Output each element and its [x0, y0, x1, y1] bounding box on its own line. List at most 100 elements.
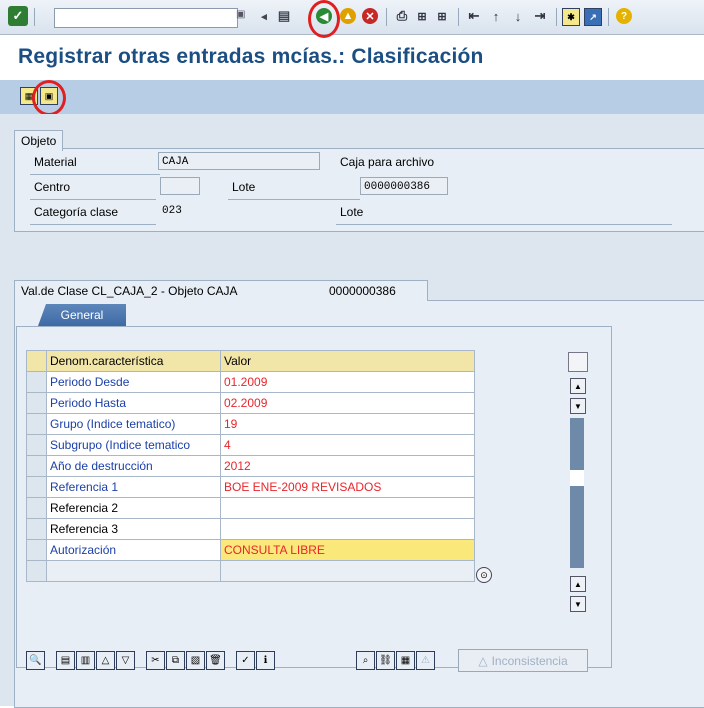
characteristic-name [46, 560, 221, 582]
table-row: Periodo Hasta 02.2009 [26, 392, 475, 414]
lote-field[interactable]: 0000000386 [360, 177, 448, 195]
row-selector[interactable] [26, 413, 47, 435]
tab-general[interactable]: General [38, 304, 126, 326]
table-icon[interactable]: ▦ [396, 651, 415, 670]
material-field[interactable]: CAJA [158, 152, 320, 170]
select-all-cell[interactable] [26, 350, 47, 372]
characteristic-name: Referencia 2 [46, 497, 221, 519]
lote-label: Lote [232, 180, 256, 194]
exit-icon[interactable]: ▲ [340, 8, 356, 24]
characteristic-value[interactable]: CONSULTA LIBRE [220, 539, 475, 561]
characteristic-value[interactable]: 02.2009 [220, 392, 475, 414]
underline [336, 224, 672, 225]
page-title: Registrar otras entradas mcías.: Clasifi… [18, 45, 484, 68]
characteristic-name: Periodo Hasta [46, 392, 221, 414]
characteristic-name: Periodo Desde [46, 371, 221, 393]
system-toolbar: ✓ ▣ ◂ ▤ ◀ ▲ ✕ ⎙ ⊞ ⊞ ⇤ ↑ ↓ ⇥ ✱ ↗ ? [0, 0, 704, 38]
check-values-icon[interactable]: ✓ [236, 651, 255, 670]
row-selector[interactable] [26, 539, 47, 561]
warning-icon[interactable]: ⚠ [416, 651, 435, 670]
characteristic-value[interactable]: BOE ENE-2009 REVISADOS [220, 476, 475, 498]
first-page-icon[interactable]: ⇤ [464, 6, 484, 26]
next-page-icon[interactable]: ↓ [508, 6, 528, 26]
collapse-left-icon[interactable]: ◂ [254, 6, 274, 26]
select-all-icon[interactable]: ▤ [56, 651, 75, 670]
filter-icon[interactable]: ▽ [116, 651, 135, 670]
row-selector[interactable] [26, 518, 47, 540]
highlight-circle [32, 80, 66, 116]
characteristic-value[interactable]: 01.2009 [220, 371, 475, 393]
shortcut-icon[interactable]: ↗ [584, 8, 602, 26]
new-session-icon[interactable]: ✱ [562, 8, 580, 26]
copy-icon[interactable]: ⧉ [166, 651, 185, 670]
toolbar-separator [34, 8, 35, 26]
link-icon[interactable]: ⛓ [376, 651, 395, 670]
info-icon[interactable]: ℹ [256, 651, 275, 670]
toolbar-separator [458, 8, 459, 26]
row-selector[interactable] [26, 371, 47, 393]
table-row [26, 560, 475, 582]
cut-icon[interactable]: ✂ [146, 651, 165, 670]
centro-field[interactable] [160, 177, 200, 195]
scrollbar-track[interactable] [570, 418, 584, 568]
material-description: Caja para archivo [340, 155, 435, 169]
details-icon[interactable]: 🔍 [26, 651, 45, 670]
prev-page-icon[interactable]: ↑ [486, 6, 506, 26]
inconsistency-icon: △ [478, 653, 488, 668]
binoculars-icon[interactable]: ⌕ [356, 651, 375, 670]
scroll-page-up-icon[interactable]: ▲ [570, 576, 586, 592]
underline [30, 199, 156, 200]
characteristic-name: Grupo (Indice tematico) [46, 413, 221, 435]
characteristic-name: Referencia 3 [46, 518, 221, 540]
last-page-icon[interactable]: ⇥ [530, 6, 550, 26]
sort-ascending-icon[interactable]: △ [96, 651, 115, 670]
dropdown-icon[interactable]: ▣ [236, 9, 248, 23]
characteristic-value[interactable]: 4 [220, 434, 475, 456]
inconsistencia-button[interactable]: △ Inconsistencia [458, 649, 588, 672]
scrollbar-thumb[interactable] [570, 470, 584, 486]
column-header-value[interactable]: Valor [220, 350, 475, 372]
find-next-icon[interactable]: ⊞ [432, 6, 452, 26]
categoria-description: Lote [340, 205, 364, 219]
toolbar-separator [556, 8, 557, 26]
characteristic-value[interactable]: 2012 [220, 455, 475, 477]
row-selector[interactable] [26, 392, 47, 414]
row-selector[interactable] [26, 434, 47, 456]
row-selector[interactable] [26, 476, 47, 498]
enter-icon[interactable]: ✓ [8, 6, 28, 26]
table-row: Grupo (Indice tematico) 19 [26, 413, 475, 435]
cancel-icon[interactable]: ✕ [362, 8, 378, 24]
underline [30, 174, 160, 175]
print-icon[interactable]: ⎙ [392, 6, 412, 26]
table-row: Autorización CONSULTA LIBRE [26, 539, 475, 561]
table-row: Periodo Desde 01.2009 [26, 371, 475, 393]
help-icon[interactable]: ? [616, 8, 632, 24]
toolbar-separator [386, 8, 387, 26]
material-label: Material [34, 155, 77, 169]
table-row: Referencia 1 BOE ENE-2009 REVISADOS [26, 476, 475, 498]
column-settings-icon[interactable] [568, 352, 588, 372]
save-icon[interactable]: ▤ [274, 6, 294, 26]
characteristic-name: Autorización [46, 539, 221, 561]
scroll-up-icon[interactable]: ▲ [570, 378, 586, 394]
row-selector[interactable] [26, 560, 47, 582]
characteristic-value[interactable]: 19 [220, 413, 475, 435]
find-icon[interactable]: ⊞ [412, 6, 432, 26]
row-selector[interactable] [26, 455, 47, 477]
characteristic-value[interactable] [220, 497, 475, 519]
row-selector[interactable] [26, 497, 47, 519]
table-row: Año de destrucción 2012 [26, 455, 475, 477]
delete-icon[interactable]: 🗑 [206, 651, 225, 670]
objeto-tab: Objeto [14, 130, 64, 151]
value-help-icon[interactable]: ⊙ [476, 567, 492, 583]
column-header-name[interactable]: Denom.característica [46, 350, 221, 372]
table-row: Referencia 3 [26, 518, 475, 540]
characteristic-value[interactable] [220, 560, 475, 582]
scroll-down-icon[interactable]: ▼ [570, 398, 586, 414]
command-field[interactable] [54, 8, 238, 28]
paste-icon[interactable]: ▧ [186, 651, 205, 670]
scroll-page-down-icon[interactable]: ▼ [570, 596, 586, 612]
deselect-all-icon[interactable]: ▥ [76, 651, 95, 670]
characteristic-value[interactable] [220, 518, 475, 540]
valclase-object-number: 0000000386 [329, 284, 396, 298]
